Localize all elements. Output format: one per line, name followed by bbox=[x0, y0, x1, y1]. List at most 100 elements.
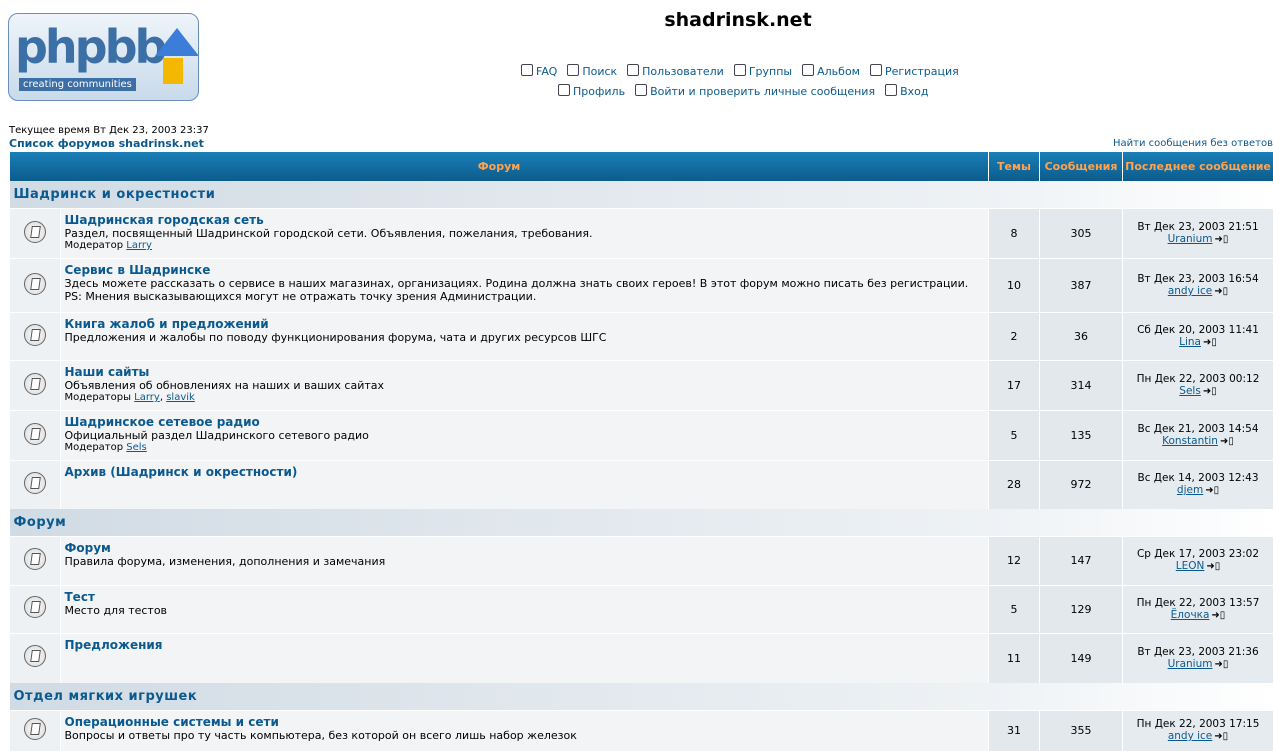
forum-name-link[interactable]: Книга жалоб и предложений bbox=[65, 317, 985, 331]
nav-link-faq[interactable]: FAQ bbox=[521, 64, 557, 78]
posts-count: 36 bbox=[1040, 313, 1123, 361]
groups-icon bbox=[734, 64, 746, 76]
forum-description: Раздел, посвященный Шадринской городской… bbox=[65, 227, 985, 240]
nav-link-album[interactable]: Альбом bbox=[802, 64, 860, 78]
nav-link-messages[interactable]: Войти и проверить личные сообщения bbox=[635, 84, 875, 98]
last-post-author[interactable]: Ёлочка bbox=[1171, 609, 1210, 621]
last-post-author[interactable]: Lina bbox=[1179, 336, 1201, 348]
forum-icon-cell bbox=[10, 711, 61, 751]
topics-count: 17 bbox=[989, 361, 1040, 411]
last-post-author[interactable]: Konstantin bbox=[1162, 435, 1218, 447]
forum-info: Шадринская городская сетьРаздел, посвяще… bbox=[60, 209, 989, 259]
goto-last-post-icon[interactable]: ➜▯ bbox=[1215, 659, 1229, 670]
goto-last-post-icon[interactable]: ➜▯ bbox=[1206, 561, 1220, 572]
last-post-date: Вс Дек 14, 2003 12:43 bbox=[1124, 472, 1272, 484]
category-spacer bbox=[989, 181, 1273, 209]
last-post-date: Вт Дек 23, 2003 21:51 bbox=[1124, 221, 1272, 233]
posts-count: 314 bbox=[1040, 361, 1123, 411]
last-post-author-wrap: andy ice➜▯ bbox=[1124, 730, 1272, 743]
posts-count: 972 bbox=[1040, 461, 1123, 509]
forum-name-link[interactable]: Архив (Шадринск и окрестности) bbox=[65, 465, 985, 479]
forum-description: Место для тестов bbox=[65, 604, 985, 617]
profile-icon bbox=[558, 84, 570, 96]
topics-count: 2 bbox=[989, 313, 1040, 361]
moderator-link[interactable]: slavik bbox=[166, 392, 195, 403]
forum-name-link[interactable]: Тест bbox=[65, 590, 985, 604]
last-post-author[interactable]: Sels bbox=[1179, 385, 1201, 397]
forum-info: Сервис в ШадринскеЗдесь можете рассказат… bbox=[60, 259, 989, 313]
goto-last-post-icon[interactable]: ➜▯ bbox=[1214, 286, 1228, 297]
goto-last-post-icon[interactable]: ➜▯ bbox=[1203, 386, 1217, 397]
forum-row: ТестМесто для тестов5129Пн Дек 22, 2003 … bbox=[10, 585, 1273, 633]
forum-moderators: Модератор Larry bbox=[65, 240, 985, 252]
moderator-link[interactable]: Sels bbox=[126, 442, 147, 453]
members-icon bbox=[627, 64, 639, 76]
category-spacer bbox=[989, 509, 1273, 537]
last-post-date: Пн Дек 22, 2003 13:57 bbox=[1124, 597, 1272, 609]
category-name[interactable]: Шадринск и окрестности bbox=[10, 181, 989, 209]
forum-description: Официальный раздел Шадринского сетевого … bbox=[65, 429, 985, 442]
last-post-author[interactable]: andy ice bbox=[1168, 285, 1212, 297]
last-post-author-wrap: LEON➜▯ bbox=[1124, 560, 1272, 573]
last-post-author[interactable]: djem bbox=[1177, 484, 1203, 496]
forum-description: Предложения и жалобы по поводу функциони… bbox=[65, 331, 985, 344]
forum-icon-cell bbox=[10, 411, 61, 461]
goto-last-post-icon[interactable]: ➜▯ bbox=[1214, 731, 1228, 742]
forum-name-link[interactable]: Форум bbox=[65, 541, 985, 555]
nav-link-register[interactable]: Регистрация bbox=[870, 64, 959, 78]
forum-info: Книга жалоб и предложенийПредложения и ж… bbox=[60, 313, 989, 361]
last-post-date: Пн Дек 22, 2003 00:12 bbox=[1124, 373, 1272, 385]
forum-description: PS: Мнения высказывающихся могут не отра… bbox=[65, 290, 985, 303]
last-post-author[interactable]: andy ice bbox=[1168, 730, 1212, 742]
forum-row: Архив (Шадринск и окрестности)28972Вс Де… bbox=[10, 461, 1273, 509]
forum-name-link[interactable]: Шадринское сетевое радио bbox=[65, 415, 985, 429]
last-post-author[interactable]: Uranium bbox=[1168, 658, 1213, 670]
nav-link-search[interactable]: Поиск bbox=[567, 64, 617, 78]
nav-link-label: Группы bbox=[749, 65, 792, 78]
unanswered-posts-link[interactable]: Найти сообщения без ответов bbox=[1113, 138, 1273, 149]
forum-folder-icon bbox=[24, 645, 46, 667]
login-icon bbox=[885, 84, 897, 96]
goto-last-post-icon[interactable]: ➜▯ bbox=[1205, 485, 1219, 496]
last-post-author[interactable]: Uranium bbox=[1168, 233, 1213, 245]
forum-row: Наши сайтыОбъявления об обновлениях на н… bbox=[10, 361, 1273, 411]
forum-moderators: Модератор Sels bbox=[65, 442, 985, 454]
last-post-date: Вт Дек 23, 2003 21:36 bbox=[1124, 646, 1272, 658]
forum-folder-icon bbox=[24, 273, 46, 295]
forum-index-link[interactable]: Список форумов shadrinsk.net bbox=[9, 137, 204, 150]
moderator-link[interactable]: Larry bbox=[126, 240, 152, 251]
goto-last-post-icon[interactable]: ➜▯ bbox=[1215, 234, 1229, 245]
last-post-cell: Ср Дек 17, 2003 23:02LEON➜▯ bbox=[1123, 536, 1273, 585]
posts-count: 147 bbox=[1040, 536, 1123, 585]
forum-description: Здесь можете рассказать о сервисе в наши… bbox=[65, 277, 985, 290]
nav-link-label: Поиск bbox=[582, 65, 617, 78]
forum-name-link[interactable]: Шадринская городская сеть bbox=[65, 213, 985, 227]
nav-link-profile[interactable]: Профиль bbox=[558, 84, 625, 98]
goto-last-post-icon[interactable]: ➜▯ bbox=[1220, 436, 1234, 447]
nav-link-label: Вход bbox=[900, 85, 928, 98]
nav-link-members[interactable]: Пользователи bbox=[627, 64, 724, 78]
goto-last-post-icon[interactable]: ➜▯ bbox=[1211, 610, 1225, 621]
goto-last-post-icon[interactable]: ➜▯ bbox=[1203, 337, 1217, 348]
forum-name-link[interactable]: Сервис в Шадринске bbox=[65, 263, 985, 277]
posts-count: 355 bbox=[1040, 711, 1123, 751]
album-icon bbox=[802, 64, 814, 76]
posts-count: 305 bbox=[1040, 209, 1123, 259]
forum-folder-icon bbox=[24, 373, 46, 395]
nav-link-login[interactable]: Вход bbox=[885, 84, 928, 98]
category-name[interactable]: Форум bbox=[10, 509, 989, 537]
last-post-author[interactable]: LEON bbox=[1176, 560, 1205, 572]
forum-name-link[interactable]: Предложения bbox=[65, 638, 985, 652]
nav-link-label: Войти и проверить личные сообщения bbox=[650, 85, 875, 98]
moderator-link[interactable]: Larry bbox=[134, 392, 160, 403]
category-name[interactable]: Отдел мягких игрушек bbox=[10, 683, 989, 711]
forum-name-link[interactable]: Наши сайты bbox=[65, 365, 985, 379]
forum-name-link[interactable]: Операционные системы и сети bbox=[65, 715, 985, 729]
logo-cube-icon bbox=[155, 28, 199, 56]
forum-info: ФорумПравила форума, изменения, дополнен… bbox=[60, 536, 989, 585]
nav-link-groups[interactable]: Группы bbox=[734, 64, 792, 78]
forum-info: Архив (Шадринск и окрестности) bbox=[60, 461, 989, 509]
last-post-date: Ср Дек 17, 2003 23:02 bbox=[1124, 548, 1272, 560]
last-post-author-wrap: andy ice➜▯ bbox=[1124, 285, 1272, 298]
forum-description: Вопросы и ответы про ту часть компьютера… bbox=[65, 729, 985, 742]
